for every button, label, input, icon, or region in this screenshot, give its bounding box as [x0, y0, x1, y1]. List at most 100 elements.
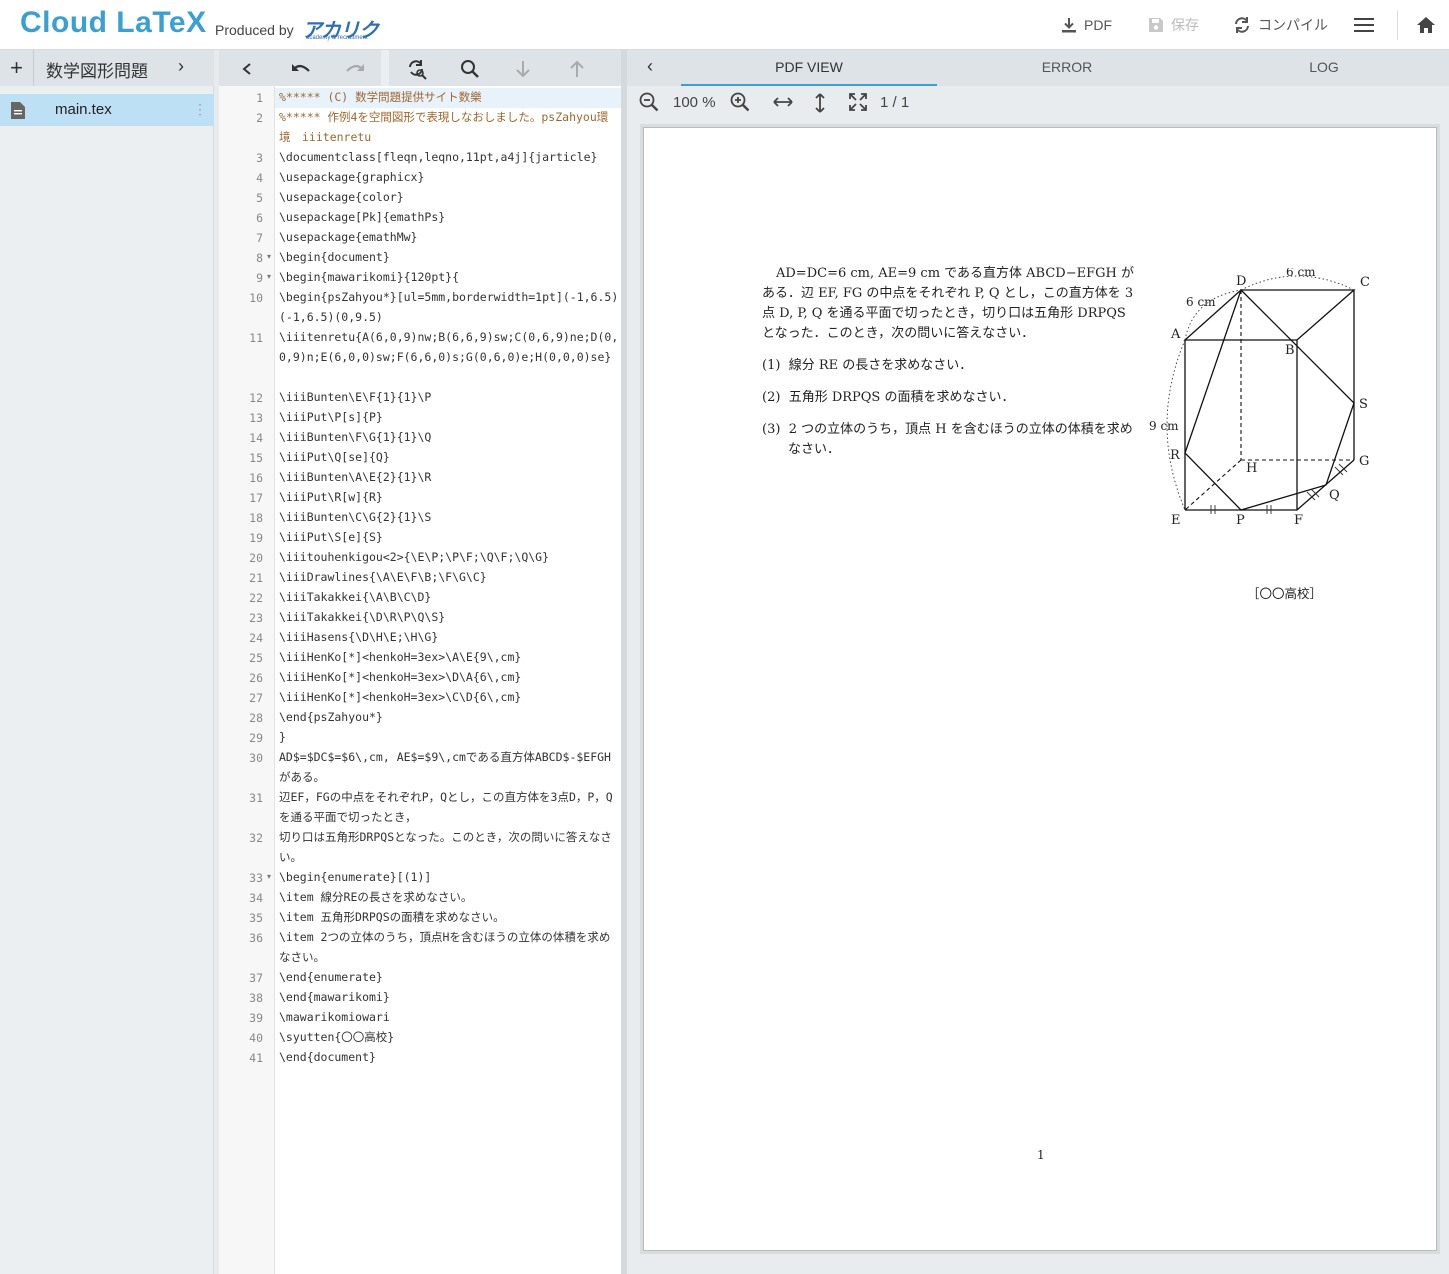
next-match-button[interactable] — [511, 57, 535, 81]
code-line[interactable]: \item 五角形DRPQSの面積を求めなさい。 — [279, 907, 619, 927]
code-line[interactable]: \item 線分REの長さを求めなさい。 — [279, 887, 619, 907]
code-line[interactable]: \iiiTakakkei{\A\B\C\D} — [279, 587, 619, 607]
code-line[interactable]: \iiiBunten\C\G{2}{1}\S — [279, 507, 619, 527]
code-line[interactable]: \iiiTakakkei{\D\R\P\Q\S} — [279, 607, 619, 627]
question-text: 五角形 DRPQS の面積を求めなさい． — [788, 390, 1015, 405]
code-line[interactable]: \iiitouhenkigou<2>{\E\P;\P\F;\Q\F;\Q\G} — [279, 547, 619, 567]
toolbar-separator — [381, 50, 389, 86]
source-citation: ［〇〇高校］ — [1247, 586, 1323, 601]
fold-toggle-icon[interactable]: ▾ — [267, 272, 271, 281]
line-number: 38 — [249, 991, 263, 1005]
length-label-ae: 9 cm — [1149, 419, 1179, 433]
fit-height-button[interactable] — [813, 92, 827, 114]
redo-icon — [346, 64, 364, 72]
line-number: 16 — [249, 471, 263, 485]
code-line[interactable]: \end{enumerate} — [279, 967, 619, 987]
line-number: 29 — [249, 731, 263, 745]
tab-log[interactable]: LOG — [1196, 50, 1449, 86]
code-line[interactable]: \iiiHasens{\D\H\E;\H\G} — [279, 627, 619, 647]
code-line[interactable]: \usepackage{color} — [279, 187, 619, 207]
more-vert-icon[interactable]: ⋮ — [193, 101, 207, 118]
line-number: 41 — [249, 1051, 263, 1065]
fullscreen-button[interactable] — [848, 92, 868, 112]
compile-button[interactable]: コンパイル — [1232, 12, 1328, 38]
find-replace-button[interactable] — [405, 57, 429, 81]
length-label-da: 6 cm — [1186, 295, 1216, 309]
previous-match-button[interactable] — [565, 57, 589, 81]
code-line[interactable]: \iiiPut\Q[se]{Q} — [279, 447, 619, 467]
code-line[interactable]: \syutten{〇〇高校} — [279, 1027, 619, 1047]
chevron-right-icon[interactable]: › — [178, 56, 184, 77]
hamburger-menu-button[interactable] — [1354, 12, 1380, 38]
add-file-button[interactable]: + — [0, 50, 34, 86]
code-line[interactable]: \iiiHenKo[*]<henkoH=3ex>\D\A{6\,cm} — [279, 667, 619, 687]
code-line[interactable]: \item 2つの立体のうち，頂点Hを含むほうの立体の体積を求めなさい。 — [279, 927, 619, 967]
code-editor[interactable]: %***** (C) 数学問題提供サイト数樂 %***** 作例4を空間図形で表現… — [219, 50, 621, 1274]
page-number: 1 — [1037, 1148, 1045, 1162]
label-a: A — [1170, 327, 1181, 342]
label-q: Q — [1329, 488, 1340, 503]
zoom-out-button[interactable] — [639, 92, 659, 112]
code-line[interactable]: \usepackage{graphicx} — [279, 167, 619, 187]
code-line[interactable]: \end{mawarikomi} — [279, 987, 619, 1007]
code-line[interactable]: \iiiPut\S[e]{S} — [279, 527, 619, 547]
fit-width-button[interactable] — [772, 92, 794, 112]
code-line[interactable]: \usepackage{emathMw} — [279, 227, 619, 247]
tab-error[interactable]: ERROR — [939, 50, 1195, 86]
line-number: 20 — [249, 551, 263, 565]
download-pdf-button[interactable]: PDF — [1060, 12, 1112, 38]
label-e: E — [1171, 513, 1181, 528]
fold-toggle-icon[interactable]: ▾ — [267, 872, 271, 881]
code-line[interactable]: } — [279, 727, 619, 747]
code-line[interactable]: \begin{enumerate}[(1)] — [279, 867, 619, 887]
search-button[interactable] — [458, 57, 482, 81]
line-number: 32 — [249, 831, 263, 845]
code-line[interactable]: \usepackage[Pk]{emathPs} — [279, 207, 619, 227]
save-button[interactable]: 保存 — [1147, 12, 1199, 38]
code-line[interactable]: \end{psZahyou*} — [279, 707, 619, 727]
collapse-sidebar-button[interactable] — [235, 57, 259, 81]
label-b: B — [1285, 343, 1295, 358]
line-number: 3 — [256, 151, 263, 165]
code-line[interactable]: \documentclass[fleqn,leqno,11pt,a4j]{jar… — [279, 147, 619, 167]
zoom-out-icon — [639, 92, 659, 112]
label-d: D — [1236, 274, 1246, 289]
file-item-main-tex[interactable]: main.tex ⋮ — [0, 94, 214, 126]
undo-button[interactable] — [289, 57, 313, 81]
line-number: 11 — [249, 331, 263, 345]
home-icon — [1417, 17, 1435, 33]
code-line[interactable]: \iiiHenKo[*]<henkoH=3ex>\A\E{9\,cm} — [279, 647, 619, 667]
tab-pdf-view[interactable]: PDF VIEW — [681, 50, 937, 86]
line-number: 40 — [249, 1031, 263, 1045]
label-r: R — [1170, 448, 1181, 463]
fold-toggle-icon[interactable]: ▾ — [267, 252, 271, 261]
code-line[interactable]: \iiiBunten\F\G{1}{1}\Q — [279, 427, 619, 447]
code-line[interactable]: \iiitenretu{A(6,0,9)nw;B(6,6,9)sw;C(0,6,… — [279, 327, 619, 387]
line-number: 14 — [249, 431, 263, 445]
chevron-left-icon[interactable]: ‹ — [647, 56, 653, 77]
brand-logo[interactable]: Cloud LaTeX — [20, 6, 207, 40]
code-line[interactable]: \begin{document} — [279, 247, 619, 267]
code-line[interactable]: \iiiHenKo[*]<henkoH=3ex>\C\D{6\,cm} — [279, 687, 619, 707]
code-line[interactable]: \iiiBunten\A\E{2}{1}\R — [279, 467, 619, 487]
label-g: G — [1359, 454, 1369, 469]
preview-panel: ‹ PDF VIEW ERROR LOG 100 % 1 / 1 AD=DC=6… — [627, 50, 1449, 1274]
code-line[interactable]: 辺EF，FGの中点をそれぞれP，Qとし，この直方体を3点D，P，Qを通る平面で切… — [279, 787, 619, 827]
code-line[interactable]: \iiiDrawlines{\A\E\F\B;\F\G\C} — [279, 567, 619, 587]
code-line[interactable]: \end{document} — [279, 1047, 619, 1067]
code-line[interactable]: %***** 作例4を空間図形で表現しなおしました。psZahyou環境 iii… — [279, 107, 619, 147]
code-line[interactable]: \begin{psZahyou*}[ul=5mm,borderwidth=1pt… — [279, 287, 619, 327]
code-line[interactable]: \begin{mawarikomi}{120pt}{ — [279, 267, 619, 287]
line-number: 5 — [256, 191, 263, 205]
code-line[interactable]: AD$=$DC$=$6\,cm, AE$=$9\,cmである直方体ABCD$-$… — [279, 747, 619, 787]
home-button[interactable] — [1416, 12, 1442, 38]
code-line[interactable]: \mawarikomiowari — [279, 1007, 619, 1027]
code-line[interactable]: %***** (C) 数学問題提供サイト数樂 — [279, 87, 619, 107]
redo-button[interactable] — [343, 57, 367, 81]
code-line[interactable]: 切り口は五角形DRPQSとなった。このとき，次の問いに答えなさい。 — [279, 827, 619, 867]
code-line[interactable]: \iiiPut\P[s]{P} — [279, 407, 619, 427]
page-indicator: 1 / 1 — [880, 94, 910, 111]
code-line[interactable]: \iiiPut\R[w]{R} — [279, 487, 619, 507]
zoom-in-button[interactable] — [730, 92, 750, 112]
code-line[interactable]: \iiiBunten\E\F{1}{1}\P — [279, 387, 619, 407]
